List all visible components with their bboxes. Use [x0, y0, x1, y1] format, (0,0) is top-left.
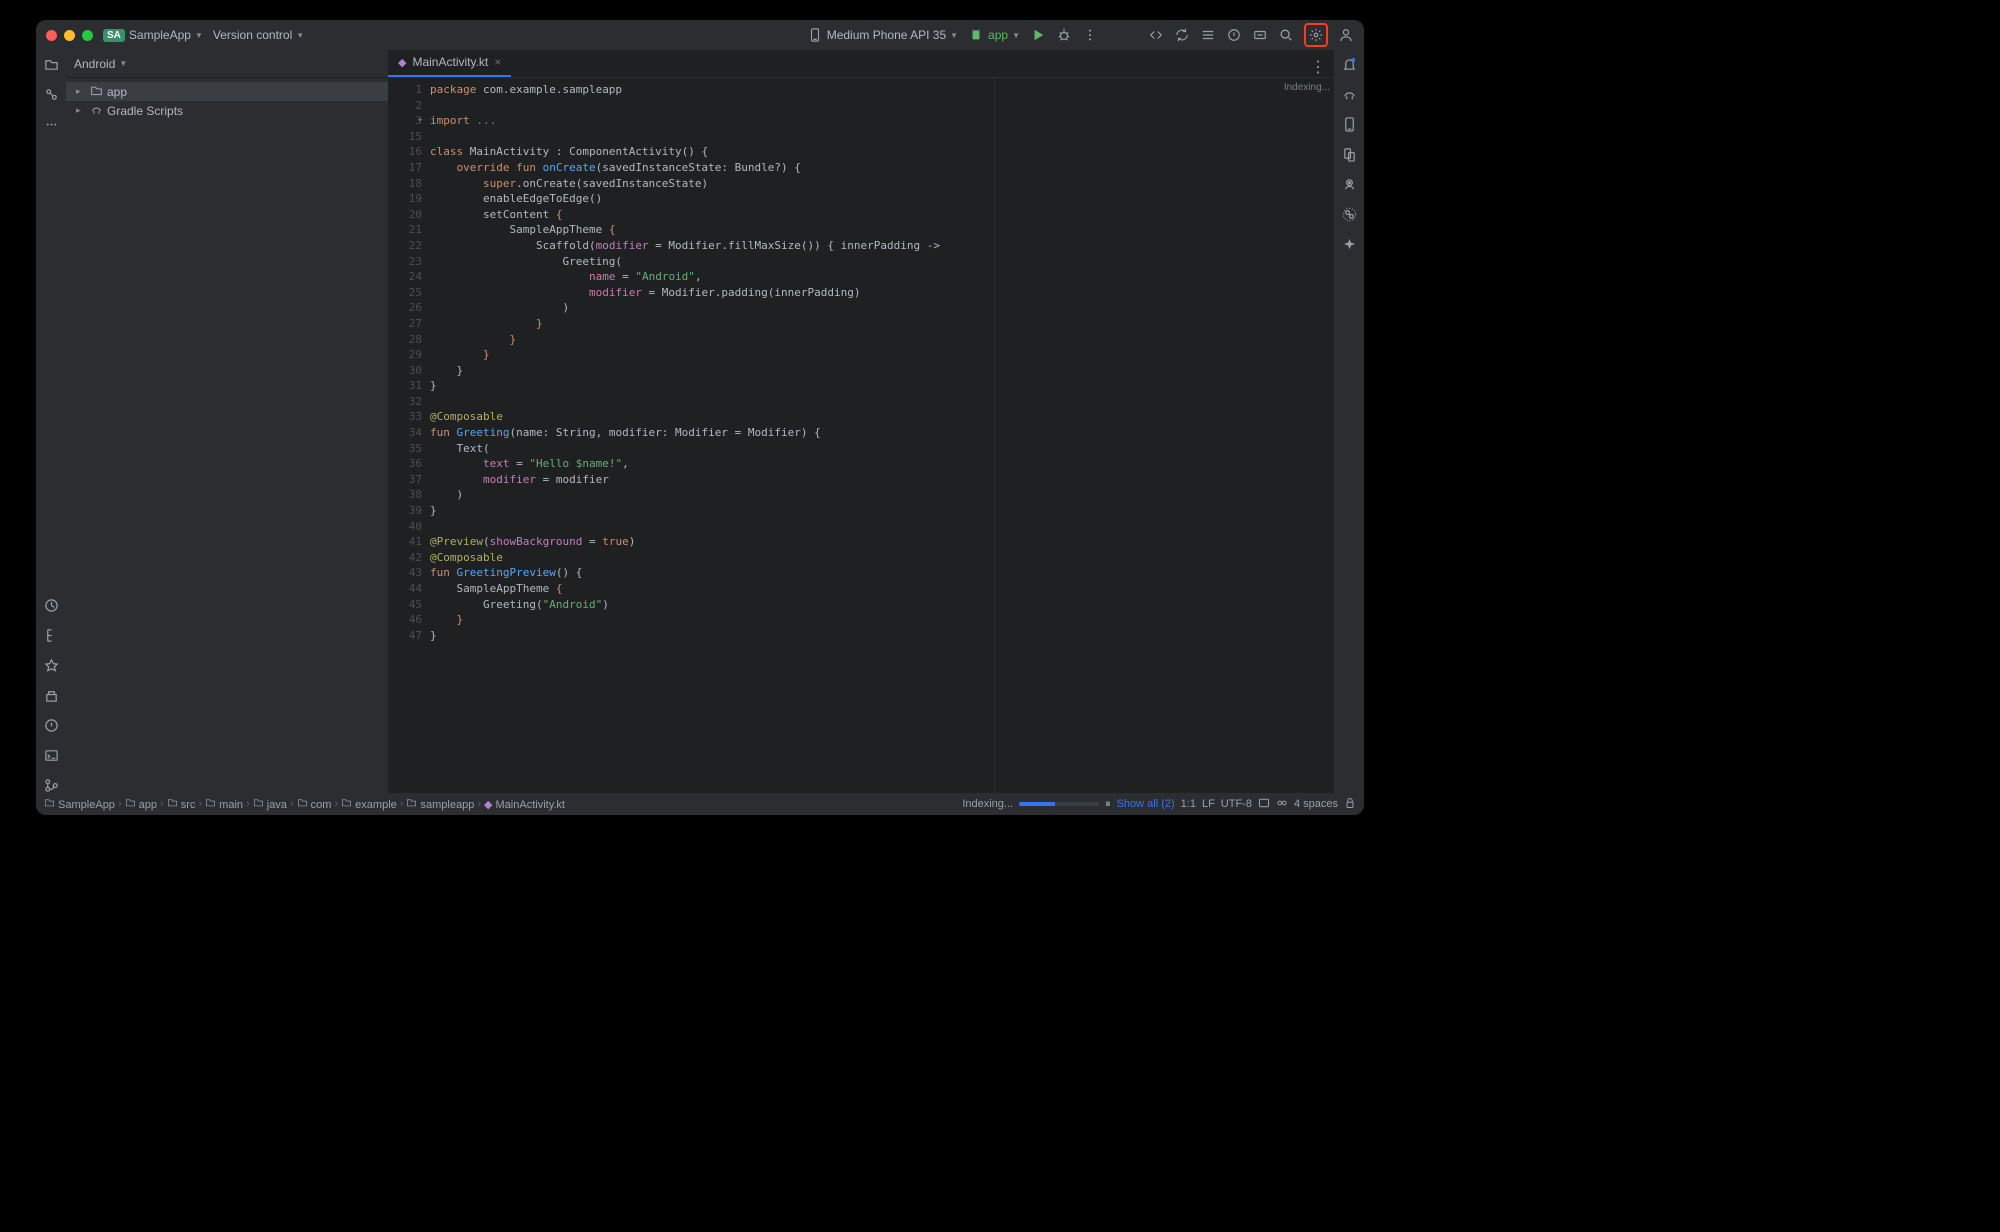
project-sidebar: Android ▼ ▸ app ▸ Gradle Scripts — [66, 50, 388, 793]
project-name: SampleApp — [129, 28, 191, 42]
tree-item-gradle[interactable]: ▸ Gradle Scripts — [66, 101, 388, 120]
emulator-icon[interactable] — [1341, 176, 1357, 192]
chevron-down-icon: ▼ — [1012, 31, 1020, 40]
tree-item-app[interactable]: ▸ app — [66, 82, 388, 101]
show-all-link[interactable]: Show all (2) — [1117, 798, 1175, 810]
breadcrumbs[interactable]: SampleApp › app › src › main › java › co… — [44, 797, 565, 811]
sidebar-header[interactable]: Android ▼ — [66, 50, 388, 78]
notifications-icon[interactable] — [1341, 56, 1357, 72]
project-tree: ▸ app ▸ Gradle Scripts — [66, 78, 388, 124]
kotlin-file-icon: ◆ — [398, 56, 406, 69]
device-selector[interactable]: Medium Phone API 35 ▼ — [807, 27, 958, 43]
chevron-right-icon: ▸ — [76, 86, 86, 97]
resource-manager-icon[interactable] — [43, 86, 59, 102]
indent-setting[interactable]: 4 spaces — [1294, 798, 1338, 810]
inspect-icon[interactable] — [1252, 27, 1268, 43]
folder-icon — [90, 84, 103, 100]
right-tool-rail — [1334, 50, 1364, 793]
code-with-me-icon[interactable] — [1148, 27, 1164, 43]
pause-icon[interactable]: ⏸ — [1105, 798, 1111, 811]
more-tools-icon[interactable] — [43, 116, 59, 132]
more-actions[interactable] — [1082, 27, 1098, 43]
gradle-tool-icon[interactable] — [1341, 86, 1357, 102]
running-devices-icon[interactable] — [1341, 146, 1357, 162]
close-tab-icon[interactable]: × — [494, 55, 501, 69]
editor-tabs: ◆ MainActivity.kt × ⋮ — [388, 50, 1334, 78]
indexing-label: Indexing... — [962, 798, 1013, 810]
run-button[interactable] — [1030, 27, 1046, 43]
indexing-progress — [1019, 802, 1099, 806]
structure-icon[interactable] — [43, 627, 59, 643]
project-tool-icon[interactable] — [43, 56, 59, 72]
chevron-down-icon: ▼ — [296, 31, 304, 40]
project-badge: SA — [103, 29, 125, 42]
lock-icon[interactable] — [1344, 797, 1356, 812]
ai-assistant-icon[interactable] — [1341, 236, 1357, 252]
code-content[interactable]: package com.example.sampleapp▸import ...… — [430, 78, 994, 793]
vcs-menu[interactable]: Version control ▼ — [213, 28, 304, 42]
bookmarks-icon[interactable] — [43, 657, 59, 673]
todo-icon[interactable] — [1200, 27, 1216, 43]
problems-bottom-icon[interactable] — [43, 717, 59, 733]
chevron-down-icon: ▼ — [195, 31, 203, 40]
sync-gradle-icon[interactable] — [1174, 27, 1190, 43]
gradle-icon — [90, 103, 103, 119]
run-config-selector[interactable]: app ▼ — [968, 27, 1020, 43]
readonly-icon[interactable] — [1258, 797, 1270, 812]
tab-options-icon[interactable]: ⋮ — [1310, 57, 1334, 77]
close-window[interactable] — [46, 30, 57, 41]
search-icon[interactable] — [1278, 27, 1294, 43]
editor-area: ◆ MainActivity.kt × ⋮ 123151617181920212… — [388, 50, 1334, 793]
vcs-icon[interactable] — [43, 777, 59, 793]
editor-status-text: Indexing... — [1284, 82, 1330, 93]
line-separator[interactable]: LF — [1202, 798, 1215, 810]
statusbar: SampleApp › app › src › main › java › co… — [36, 793, 1364, 815]
project-selector[interactable]: SA SampleApp ▼ — [103, 28, 203, 42]
problems-icon[interactable] — [1226, 27, 1242, 43]
cursor-position[interactable]: 1:1 — [1181, 798, 1196, 810]
window-controls — [46, 30, 93, 41]
build-icon[interactable] — [43, 687, 59, 703]
preview-panel — [994, 78, 1334, 793]
copilot-icon[interactable] — [1276, 797, 1288, 812]
chevron-down-icon: ▼ — [119, 59, 127, 68]
account-icon[interactable] — [1338, 27, 1354, 43]
settings-icon[interactable] — [1308, 27, 1324, 43]
database-icon[interactable] — [1341, 206, 1357, 222]
phone-icon — [807, 27, 823, 43]
left-tool-rail — [36, 50, 66, 793]
terminal-icon[interactable] — [43, 747, 59, 763]
minimize-window[interactable] — [64, 30, 75, 41]
chevron-right-icon: ▸ — [76, 105, 86, 116]
tab-mainactivity[interactable]: ◆ MainActivity.kt × — [388, 49, 511, 77]
code-editor[interactable]: 1231516171819202122232425262728293031323… — [388, 78, 1334, 793]
android-icon — [968, 27, 984, 43]
encoding[interactable]: UTF-8 — [1221, 798, 1252, 810]
line-gutter: 1231516171819202122232425262728293031323… — [388, 78, 430, 793]
maximize-window[interactable] — [82, 30, 93, 41]
titlebar: SA SampleApp ▼ Version control ▼ Medium … — [36, 20, 1364, 50]
device-manager-icon[interactable] — [1341, 116, 1357, 132]
chevron-down-icon: ▼ — [950, 31, 958, 40]
settings-highlight — [1304, 23, 1328, 47]
debug-button[interactable] — [1056, 27, 1072, 43]
build-variants-icon[interactable] — [43, 597, 59, 613]
